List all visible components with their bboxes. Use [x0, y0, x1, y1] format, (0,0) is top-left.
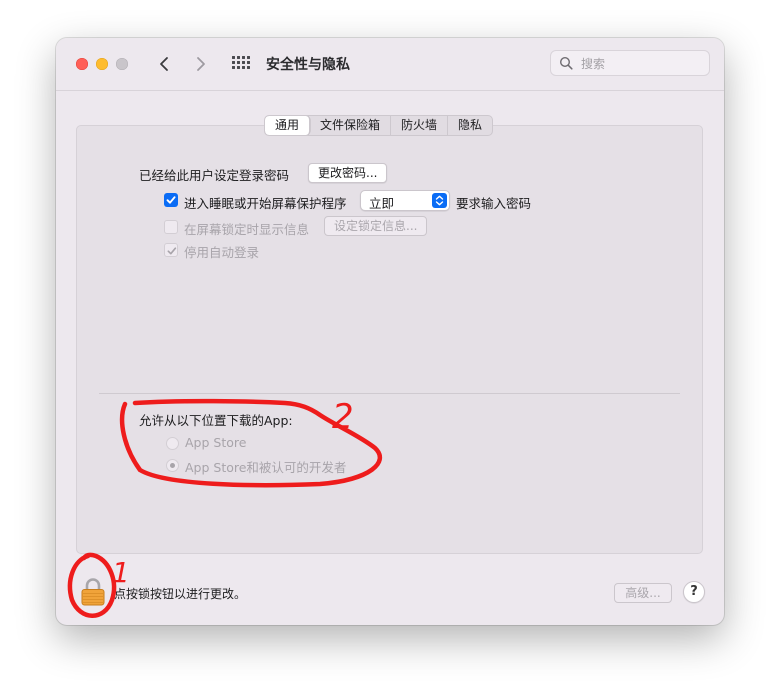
- lock-icon: [81, 578, 105, 606]
- chevron-left-icon: [160, 57, 168, 71]
- tab-general[interactable]: 通用: [265, 116, 311, 135]
- require-password-checkbox[interactable]: [164, 193, 178, 207]
- search-input[interactable]: [579, 54, 703, 74]
- advanced-button[interactable]: 高级...: [614, 583, 672, 603]
- tab-filevault[interactable]: 文件保险箱: [310, 116, 392, 135]
- tab-firewall[interactable]: 防火墙: [391, 116, 449, 135]
- allow-downloads-heading: 允许从以下位置下载的App:: [139, 413, 293, 428]
- disable-auto-login-label: 停用自动登录: [184, 245, 260, 260]
- set-lock-message-button[interactable]: 设定锁定信息...: [324, 216, 428, 236]
- radio-app-store-identified[interactable]: [166, 459, 179, 472]
- search-field[interactable]: [550, 50, 710, 76]
- disable-auto-login-checkbox[interactable]: [164, 243, 178, 257]
- lock-button[interactable]: [80, 576, 106, 610]
- show-message-checkbox[interactable]: [164, 220, 178, 234]
- preferences-window: 安全性与隐私 通用 文件保险箱 防火墙 隐私 已经给此用户设定登录密码 更改密码…: [56, 38, 724, 625]
- require-password-label: 进入睡眠或开始屏幕保护程序: [184, 196, 347, 211]
- chevron-right-icon: [197, 57, 205, 71]
- password-set-label: 已经给此用户设定登录密码: [139, 168, 290, 183]
- radio-app-store-identified-label: App Store和被认可的开发者: [185, 460, 347, 475]
- search-icon: [559, 56, 573, 70]
- help-button[interactable]: ?: [683, 581, 705, 603]
- minimize-button[interactable]: [96, 58, 108, 70]
- password-delay-value: 立即: [369, 196, 395, 211]
- tab-bar: 通用 文件保险箱 防火墙 隐私: [264, 115, 494, 136]
- tab-privacy[interactable]: 隐私: [448, 116, 492, 135]
- close-button[interactable]: [76, 58, 88, 70]
- require-password-suffix: 要求输入密码: [456, 196, 532, 211]
- checkmark-icon: [166, 196, 176, 204]
- show-all-grid-icon[interactable]: [232, 56, 252, 72]
- window-title: 安全性与隐私: [266, 57, 350, 73]
- popup-arrows-icon: [432, 193, 447, 208]
- lock-hint-text: 点按锁按钮以进行更改。: [114, 587, 247, 601]
- back-button[interactable]: [152, 52, 176, 76]
- checkmark-icon: [167, 247, 177, 255]
- show-message-label: 在屏幕锁定时显示信息: [184, 222, 310, 237]
- divider: [99, 393, 680, 394]
- password-delay-popup[interactable]: 立即: [360, 190, 450, 211]
- radio-app-store[interactable]: [166, 437, 179, 450]
- radio-app-store-label: App Store: [185, 435, 247, 450]
- title-bar: 安全性与隐私: [56, 38, 724, 91]
- zoom-button[interactable]: [116, 58, 128, 70]
- forward-button[interactable]: [189, 52, 213, 76]
- change-password-button[interactable]: 更改密码...: [308, 163, 388, 183]
